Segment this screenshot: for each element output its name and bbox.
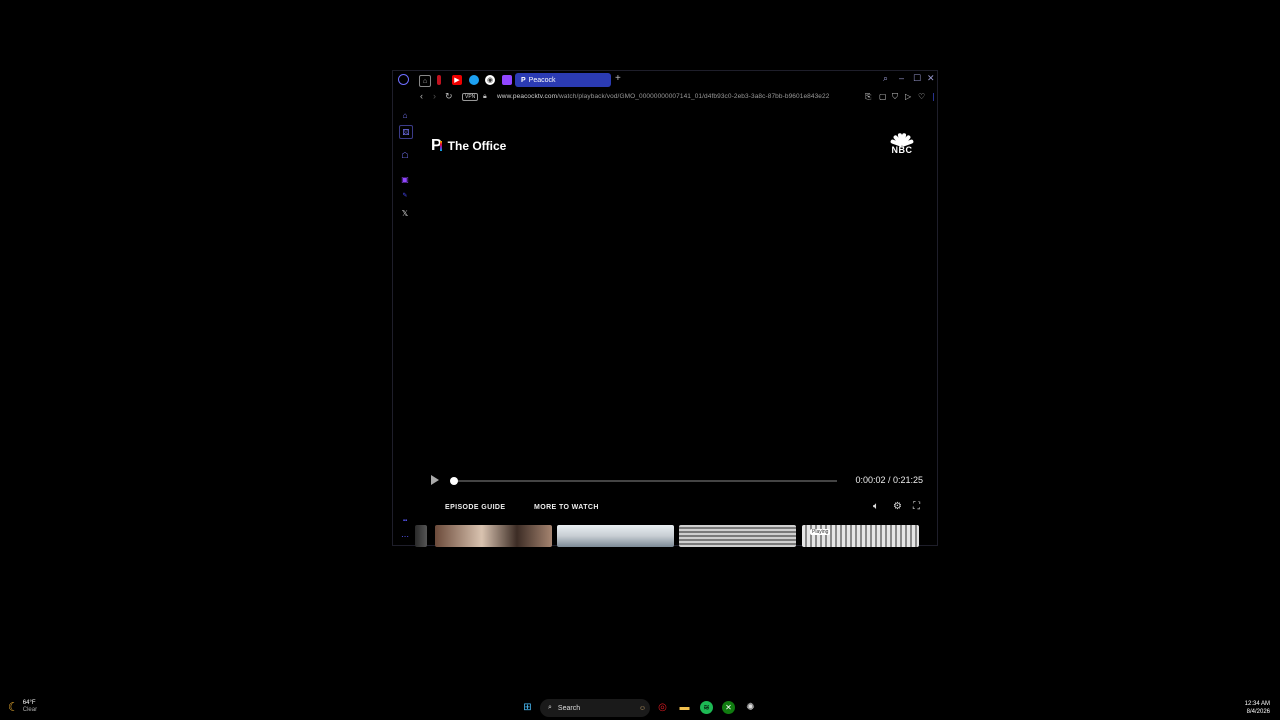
back-icon[interactable]: ‹ bbox=[420, 91, 423, 101]
peacock-favicon-icon: P bbox=[521, 76, 526, 84]
brand-header: P The Office bbox=[431, 137, 506, 155]
player-icon[interactable]: ▷ bbox=[905, 92, 911, 101]
game-controller-icon[interactable]: ⌂ bbox=[419, 75, 431, 87]
episode-thumbnails: Playing bbox=[415, 525, 929, 547]
search-tabs-icon[interactable]: ⌕ bbox=[883, 73, 888, 84]
progress-thumb[interactable] bbox=[449, 477, 458, 485]
minimize-icon[interactable]: – bbox=[899, 73, 904, 83]
chatgpt-icon[interactable]: ✺ bbox=[744, 701, 757, 714]
time-display: 0:00:02 / 0:21:25 bbox=[855, 475, 923, 485]
menu-icon[interactable]: ❘ bbox=[930, 92, 937, 101]
maximize-icon[interactable]: ☐ bbox=[913, 73, 921, 84]
search-placeholder: Search bbox=[557, 704, 581, 712]
opera-logo-icon[interactable] bbox=[398, 74, 409, 85]
show-title: The Office bbox=[447, 139, 507, 153]
shield-icon[interactable]: ⛉ bbox=[892, 92, 898, 102]
tab-label: Peacock bbox=[528, 76, 556, 84]
clock[interactable]: 12:34 AM 8/4/2026 bbox=[1245, 700, 1270, 716]
reload-icon[interactable]: ↻ bbox=[445, 91, 453, 102]
volume-icon[interactable]: 🔈︎ bbox=[873, 501, 879, 512]
gaming-icon[interactable]: ⚄ bbox=[399, 125, 413, 139]
home-icon[interactable]: ⌂ bbox=[399, 109, 411, 121]
episode-thumbnail[interactable]: Playing bbox=[802, 525, 919, 547]
address-bar: ‹ › ↻ VPN 🔒︎ www.peacocktv.com/watch/pla… bbox=[393, 89, 937, 105]
episode-guide-link[interactable]: EPISODE GUIDE bbox=[445, 504, 505, 511]
search-highlight-icon: ☺ bbox=[638, 704, 646, 712]
pinned-tab-blue-icon[interactable] bbox=[469, 75, 479, 85]
moon-icon: ☾ bbox=[8, 700, 19, 714]
taskbar: ☾ 64°F Clear ⊞ ⌕ Search ☺ ◎ ▬ ≋ ✕ ✺ 12:3… bbox=[0, 696, 1280, 720]
search-box[interactable]: ⌕ Search ☺ bbox=[540, 699, 650, 717]
playback-controls: 0:00:02 / 0:21:25 bbox=[431, 473, 923, 487]
peacock-logo-icon: P bbox=[431, 137, 442, 154]
episode-thumbnail[interactable] bbox=[679, 525, 796, 547]
play-icon[interactable] bbox=[431, 475, 439, 485]
weather-condition: Clear bbox=[22, 707, 38, 713]
lock-icon[interactable]: 🔒︎ bbox=[483, 93, 487, 101]
chrome-icon[interactable]: ◉ bbox=[485, 75, 495, 85]
title-bar: ⌂ ▶ ◉ P Peacock + ⌕ – ☐ ✕ bbox=[393, 71, 937, 89]
settings-icon[interactable]: ⚙ bbox=[893, 501, 902, 512]
start-icon[interactable]: ⊞ bbox=[521, 701, 534, 714]
heart-icon[interactable]: ♡ bbox=[918, 92, 925, 101]
file-explorer-icon[interactable]: ▬ bbox=[678, 701, 691, 714]
new-tab-button[interactable]: + bbox=[615, 73, 621, 84]
progress-track[interactable] bbox=[449, 477, 837, 485]
episode-thumbnail[interactable] bbox=[435, 525, 552, 547]
nbc-logo: NBC bbox=[889, 131, 915, 155]
youtube-icon[interactable]: ▶ bbox=[452, 75, 462, 85]
twitch-icon[interactable] bbox=[502, 75, 512, 85]
close-icon[interactable]: ✕ bbox=[927, 73, 935, 84]
playing-badge: Playing bbox=[810, 529, 831, 535]
player-bottom-row: EPISODE GUIDE MORE TO WATCH 🔈︎ ⚙ ⛶ bbox=[431, 501, 923, 515]
spotify-icon[interactable]: ≋ bbox=[700, 701, 713, 714]
tab-peacock[interactable]: P Peacock bbox=[515, 73, 611, 87]
weather-widget[interactable]: ☾ 64°F Clear bbox=[8, 700, 37, 714]
nbc-peacock-icon bbox=[889, 131, 915, 147]
browser-window: ⌂ ▶ ◉ P Peacock + ⌕ – ☐ ✕ ‹ › ↻ VPN 🔒︎ w… bbox=[392, 70, 938, 547]
translate-icon[interactable]: ✎ bbox=[399, 189, 411, 201]
forward-icon[interactable]: › bbox=[433, 91, 436, 101]
more-to-watch-link[interactable]: MORE TO WATCH bbox=[534, 504, 599, 511]
episode-thumbnail[interactable] bbox=[415, 525, 427, 547]
snapshot-icon[interactable]: ▢ bbox=[879, 92, 887, 101]
opera-gx-icon[interactable]: ◎ bbox=[656, 701, 669, 714]
weather-text: 64°F Clear bbox=[23, 700, 37, 714]
search-icon: ⌕ bbox=[548, 704, 552, 711]
more-icon[interactable]: ⋯ bbox=[399, 530, 411, 542]
aria-icon[interactable]: ☖ bbox=[399, 149, 411, 161]
pinned-tab-red-icon[interactable] bbox=[437, 75, 441, 85]
extensions-icon[interactable]: ▪▪ bbox=[399, 515, 411, 527]
episode-thumbnail[interactable] bbox=[557, 525, 674, 547]
fullscreen-icon[interactable]: ⛶ bbox=[913, 501, 920, 512]
weather-temp: 64°F bbox=[22, 700, 36, 706]
video-player[interactable]: P The Office NBC 0:00:02 / 0:21:25 EPISO… bbox=[415, 117, 929, 547]
url-field[interactable]: www.peacocktv.com/watch/playback/vod/GMO… bbox=[497, 93, 829, 100]
url-domain: www.peacocktv.com bbox=[497, 93, 558, 100]
url-path: /watch/playback/vod/GMO_00000000007141_0… bbox=[557, 93, 830, 100]
xbox-icon[interactable]: ✕ bbox=[722, 701, 735, 714]
bookmark-icon[interactable]: ⎘ bbox=[865, 92, 871, 102]
clock-time: 12:34 AM bbox=[1244, 701, 1270, 707]
clock-date: 8/4/2026 bbox=[1246, 709, 1270, 715]
x-twitter-icon[interactable]: 𝕏 bbox=[399, 207, 411, 219]
vpn-badge[interactable]: VPN bbox=[462, 93, 479, 101]
twitch-rail-icon[interactable]: ▣ bbox=[399, 173, 411, 185]
